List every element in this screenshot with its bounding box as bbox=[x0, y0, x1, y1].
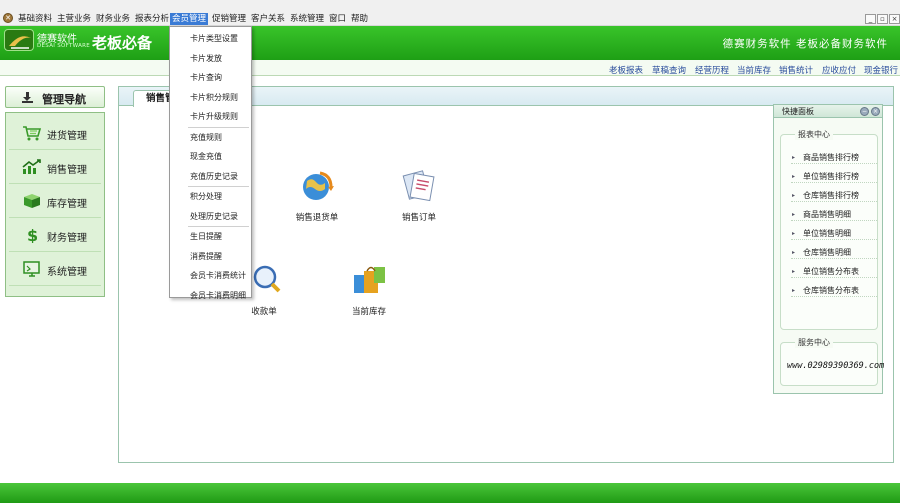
service-center-group: 服务中心 www.02989390369.com bbox=[780, 337, 884, 386]
feature-current-inventory[interactable]: 当前库存 bbox=[334, 261, 404, 317]
quick-panel-title: 快捷面板 bbox=[782, 107, 814, 116]
menu-basic-data[interactable]: 基础资料 bbox=[16, 13, 54, 25]
close-button[interactable]: × bbox=[889, 14, 900, 24]
menu-system-management[interactable]: 系统管理 bbox=[288, 13, 326, 25]
nav-item-sales[interactable]: 销售管理 bbox=[9, 150, 101, 184]
nav-header[interactable]: 管理导航 bbox=[5, 86, 105, 108]
report-item[interactable]: 单位销售排行榜 bbox=[791, 170, 877, 183]
menu-item-cash-recharge[interactable]: 现金充值 bbox=[170, 147, 251, 167]
footer-bar bbox=[0, 483, 900, 503]
monitor-icon bbox=[22, 261, 40, 277]
menu-item-card-type-settings[interactable]: 卡片类型设置 bbox=[170, 29, 251, 49]
report-item[interactable]: 商品销售排行榜 bbox=[791, 151, 877, 164]
app-icon[interactable]: ✕ bbox=[3, 13, 13, 23]
report-center-title: 报表中心 bbox=[795, 129, 833, 140]
logo-english-name: DESAI SOFTWARE bbox=[37, 43, 91, 49]
sales-chart-icon bbox=[22, 159, 41, 175]
shopping-bags-icon bbox=[350, 261, 388, 299]
nav-item-label: 库存管理 bbox=[47, 199, 87, 210]
nav-item-label: 进货管理 bbox=[47, 131, 87, 142]
menu-item-recharge-history[interactable]: 充值历史记录 bbox=[170, 167, 251, 187]
service-phone[interactable]: www.02989390369.com bbox=[787, 361, 884, 371]
report-center-group: 报表中心 商品销售排行榜 单位销售排行榜 仓库销售排行榜 商品销售明细 单位销售… bbox=[780, 129, 878, 330]
brand-banner: 德赛软件 DESAI SOFTWARE 老板必备 德赛财务软件 老板必备财务软件 bbox=[0, 26, 900, 60]
quick-link-boss-report[interactable]: 老板报表 bbox=[609, 64, 643, 76]
nav-item-finance[interactable]: $ 财务管理 bbox=[9, 218, 101, 252]
menu-help[interactable]: 帮助 bbox=[349, 13, 370, 25]
inventory-box-icon bbox=[22, 193, 40, 209]
quick-panel: 快捷面板 − × 报表中心 商品销售排行榜 单位销售排行榜 仓库销售排行榜 商品… bbox=[773, 104, 884, 394]
menu-member-management[interactable]: 会员管理 bbox=[170, 13, 209, 25]
report-item[interactable]: 商品销售明细 bbox=[791, 208, 877, 221]
nav-item-label: 销售管理 bbox=[47, 165, 87, 176]
menu-promotion[interactable]: 促销管理 bbox=[210, 13, 248, 25]
dollar-icon: $ bbox=[22, 226, 40, 245]
service-center-title: 服务中心 bbox=[795, 337, 833, 348]
nav-item-inventory[interactable]: 库存管理 bbox=[9, 184, 101, 218]
quick-links-bar: 老板报表 草稿查询 经营历程 当前库存 销售统计 应收应付 现金银行 bbox=[0, 60, 900, 76]
menu-item-processing-history[interactable]: 处理历史记录 bbox=[170, 207, 251, 227]
nav-item-label: 财务管理 bbox=[47, 233, 87, 244]
collapse-icon[interactable]: − bbox=[860, 107, 869, 116]
logo-icon bbox=[4, 29, 34, 51]
menu-item-points-processing[interactable]: 积分处理 bbox=[170, 187, 251, 207]
menu-item-recharge-rules[interactable]: 充值规则 bbox=[170, 128, 251, 148]
member-management-dropdown: 卡片类型设置 卡片发放 卡片查询 卡片积分规则 卡片升级规则 充值规则 现金充值… bbox=[169, 26, 252, 300]
nav-item-purchase[interactable]: 进货管理 bbox=[9, 116, 101, 150]
report-item[interactable]: 单位销售分布表 bbox=[791, 265, 877, 278]
menu-item-birthday-reminder[interactable]: 生日提醒 bbox=[170, 227, 251, 247]
report-item[interactable]: 仓库销售排行榜 bbox=[791, 189, 877, 202]
quick-panel-header: 快捷面板 − × bbox=[774, 105, 882, 118]
feature-label: 销售退货单 bbox=[295, 213, 339, 223]
nav-panel: 进货管理 销售管理 库存管理 $ 财务管理 系统管理 bbox=[5, 112, 105, 297]
menu-customer-relations[interactable]: 客户关系 bbox=[249, 13, 287, 25]
menu-item-card-issue[interactable]: 卡片发放 bbox=[170, 49, 251, 69]
brand-slogan: 老板必备 bbox=[92, 34, 153, 52]
quick-link-cash-bank[interactable]: 现金银行 bbox=[864, 64, 898, 76]
feature-label: 销售订单 bbox=[401, 213, 436, 223]
minimize-button[interactable]: _ bbox=[865, 14, 876, 24]
menu-item-consumption-reminder[interactable]: 消费提醒 bbox=[170, 247, 251, 267]
restore-button[interactable]: ▫ bbox=[877, 14, 888, 24]
menu-finance-business[interactable]: 财务业务 bbox=[94, 13, 132, 25]
quick-link-sales-stats[interactable]: 销售统计 bbox=[779, 64, 813, 76]
globe-return-icon bbox=[298, 167, 336, 205]
quick-link-current-inventory[interactable]: 当前库存 bbox=[737, 64, 771, 76]
feature-sales-order[interactable]: 销售订单 bbox=[384, 167, 454, 223]
menu-item-card-upgrade-rules[interactable]: 卡片升级规则 bbox=[170, 107, 251, 127]
brand-tagline: 德赛财务软件 老板必备财务软件 bbox=[722, 38, 888, 50]
svg-text:$: $ bbox=[27, 227, 38, 243]
feature-label: 收款单 bbox=[251, 307, 277, 317]
quick-link-business-history[interactable]: 经营历程 bbox=[695, 64, 729, 76]
menu-main-business[interactable]: 主营业务 bbox=[55, 13, 93, 25]
report-item[interactable]: 仓库销售明细 bbox=[791, 246, 877, 259]
menu-item-card-consumption-stats[interactable]: 会员卡消费统计 bbox=[170, 266, 251, 286]
nav-item-system[interactable]: 系统管理 bbox=[9, 252, 101, 286]
report-item[interactable]: 单位销售明细 bbox=[791, 227, 877, 240]
nav-header-label: 管理导航 bbox=[42, 93, 86, 106]
quick-link-receivables-payables[interactable]: 应收应付 bbox=[822, 64, 856, 76]
menu-window[interactable]: 窗口 bbox=[327, 13, 348, 25]
menu-report-analysis[interactable]: 报表分析 bbox=[133, 13, 171, 25]
report-item[interactable]: 仓库销售分布表 bbox=[791, 284, 877, 297]
feature-label: 当前库存 bbox=[351, 307, 386, 317]
menu-bar: ✕ 基础资料 主营业务 财务业务 报表分析 会员管理 促销管理 客户关系 系统管… bbox=[0, 0, 900, 26]
menu-item-card-query[interactable]: 卡片查询 bbox=[170, 68, 251, 88]
order-documents-icon bbox=[400, 167, 438, 205]
shopping-cart-icon bbox=[22, 125, 42, 141]
quick-link-draft-query[interactable]: 草稿查询 bbox=[652, 64, 686, 76]
feature-sales-return[interactable]: 销售退货单 bbox=[282, 167, 352, 223]
close-icon[interactable]: × bbox=[871, 107, 880, 116]
download-arrow-icon bbox=[22, 92, 33, 103]
menu-item-card-consumption-details[interactable]: 会员卡消费明细 bbox=[170, 286, 251, 306]
menu-item-card-points-rules[interactable]: 卡片积分规则 bbox=[170, 88, 251, 108]
nav-item-label: 系统管理 bbox=[47, 267, 87, 278]
